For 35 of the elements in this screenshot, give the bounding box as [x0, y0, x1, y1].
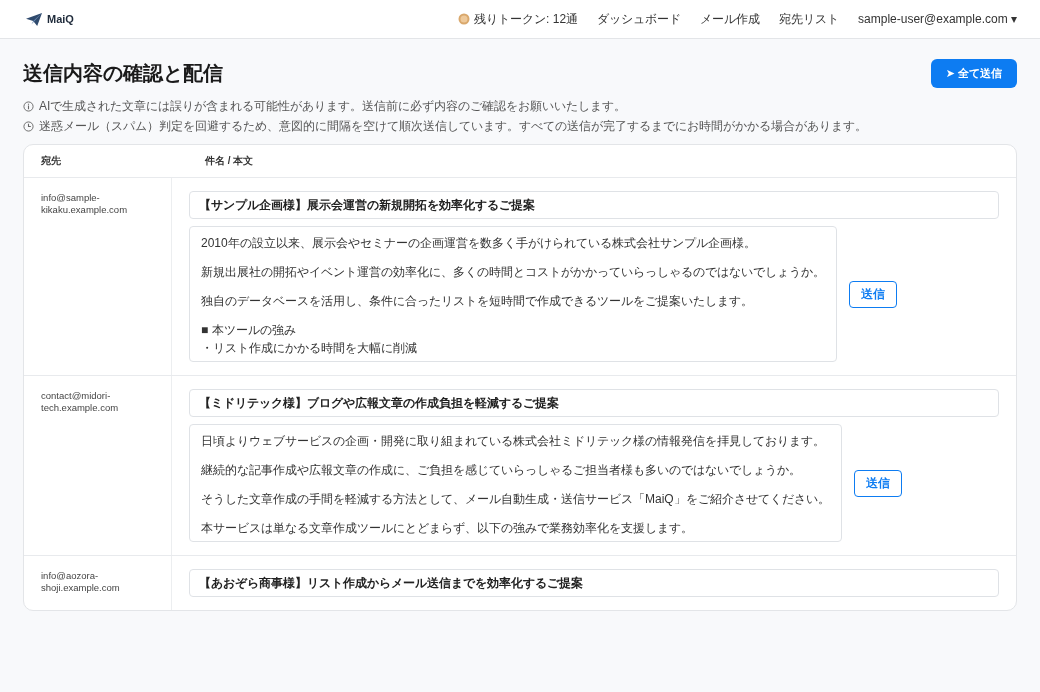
- nav-link[interactable]: メール作成: [700, 10, 761, 28]
- body-text-line: そうした文章作成の手間を軽減する方法として、メール自動生成・送信サービス「MaiQ」をご紹介させてください。: [201, 491, 830, 508]
- notice-text: AIで生成された文章には誤りが含まれる可能性があります。送信前に必ず内容のご確認をお願いいたします。: [39, 98, 627, 115]
- paper-plane-icon: [26, 12, 42, 26]
- body-text-line: 2010年の設立以来、展示会やセミナーの企画運営を数多く手がけられている株式会社サンプル企画様。: [201, 235, 757, 252]
- clock-icon: [23, 121, 34, 132]
- recipient-email: contact@midori-tech.example.com: [24, 376, 172, 555]
- body-text-area[interactable]: 日頃よりウェブサービスの企画・開発に取り組まれている株式会社ミドリテック様の情報発信を拝見しております。 継続的な記事作成や広報文章の作成に、ご負担を感じていらっしゃるご担当者様も多いのではないでしょうか。 そうした文章作成の手間を軽減する方法として、メール自動生成・送信サービス「MaiQ」をご紹介させてください。 本サービスは単なる文章作成ツールにとどまらず、以下の強みで業務効率化を支援します。: [189, 424, 842, 542]
- body-text-line: 日頃よりウェブサービスの企画・開発に取り組まれている株式会社ミドリテック様の情報発信を拝見しております。: [201, 433, 826, 450]
- coin-icon: [458, 13, 471, 25]
- column-header: 宛先: [40, 154, 62, 168]
- body-text-line: 本サービスは単なる文章作成ツールにとどまらず、以下の強みで業務効率化を支援します。: [201, 520, 694, 537]
- column-header: 件名 / 本文: [204, 154, 255, 168]
- send-all-button[interactable]: ➤ 全て送信: [930, 59, 1017, 88]
- body-text-line: ・リスト作成にかかる時間を大幅に削減: [201, 340, 418, 357]
- info-icon: [23, 101, 34, 112]
- page-title: 送信内容の確認と配信: [23, 61, 223, 86]
- nav-link[interactable]: ダッシュボード: [597, 10, 682, 28]
- body-text-line: ■ 本ツールの強み: [201, 322, 297, 339]
- subject-field[interactable]: 【あおぞら商事様】リスト作成からメール送信までを効率化するご提案: [189, 569, 999, 597]
- recipient-email: info@sample-kikaku.example.com: [24, 178, 172, 375]
- recipient-email: info@aozora-shoji.example.com: [24, 556, 172, 610]
- body-text-line: 継続的な記事作成や広報文章の作成に、ご負担を感じていらっしゃるご担当者様も多いのではないでしょうか。: [201, 462, 802, 479]
- subject-field[interactable]: 【サンプル企画様】展示会運営の新規開拓を効率化するご提案: [189, 191, 999, 219]
- send-button[interactable]: 送信: [853, 469, 902, 497]
- body-text-line: 独自のデータベースを活用し、条件に合ったリストを短時間で作成できるツールをご提案いたします。: [201, 293, 754, 310]
- body-text-line: 新規出展社の開拓やイベント運営の効率化に、多くの時間とコストがかかっていらっしゃるのではないでしょうか。: [201, 264, 825, 281]
- nav-link[interactable]: 宛先リスト: [779, 10, 840, 28]
- user-menu[interactable]: sample-user@example.com ▾: [858, 12, 1017, 26]
- logo-text: MaiQ: [47, 13, 74, 25]
- notice-text: 迷惑メール（スパム）判定を回避するため、意図的に間隔を空けて順次送信しています。すべての送信が完了するまでにお時間がかかる場合があります。: [39, 118, 867, 135]
- body-text-area[interactable]: 2010年の設立以来、展示会やセミナーの企画運営を数多く手がけられている株式会社サンプル企画様。 新規出展社の開拓やイベント運営の効率化に、多くの時間とコストがかかっていらっしゃるのではないでしょうか。 独自のデータベースを活用し、条件に合ったリストを短時間で作成できるツールをご提案いたします。 ■ 本ツールの強み ・リスト作成にかかる時間を大幅に削減: [189, 226, 837, 362]
- subject-field[interactable]: 【ミドリテック様】ブログや広報文章の作成負担を軽減するご提案: [189, 389, 999, 417]
- token-count: 残りトークン: 12通: [474, 10, 579, 28]
- send-button[interactable]: 送信: [849, 280, 897, 308]
